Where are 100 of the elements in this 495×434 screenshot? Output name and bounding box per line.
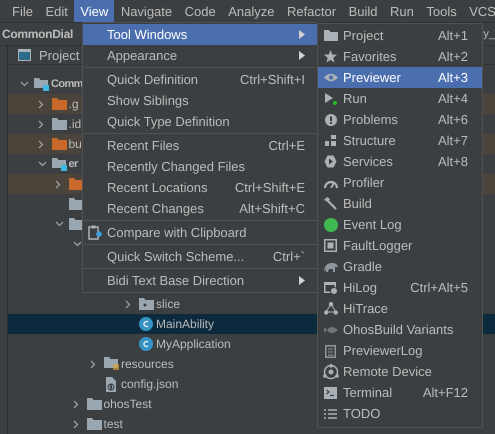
tree-item[interactable]: test	[104, 417, 123, 431]
chevron-right-icon[interactable]	[72, 400, 78, 408]
chevron-right-icon[interactable]	[55, 180, 61, 188]
menu-bar-item[interactable]: Code	[178, 0, 222, 22]
menu-item[interactable]: Previewer Alt+3	[318, 67, 482, 88]
menu-item[interactable]: Quick Definition Ctrl+Shift+I	[83, 69, 317, 90]
menu-item[interactable]: Quick Switch Scheme... Ctrl+`	[83, 246, 317, 267]
chevron-right-icon[interactable]	[38, 120, 44, 128]
menu-item[interactable]: PreviewerLog	[318, 340, 482, 361]
menu-bar-item[interactable]: Build	[342, 0, 384, 22]
shortcut-label: Alt+Shift+C	[239, 201, 305, 216]
chevron-down-icon[interactable]	[55, 221, 64, 227]
shortcut-label: Ctrl+E	[268, 138, 305, 153]
menu-bar-item[interactable]: View	[74, 0, 114, 22]
menu-item[interactable]: Run Alt+4	[318, 88, 482, 109]
package-folder-icon	[139, 298, 154, 310]
menu-item[interactable]: Recent Files Ctrl+E	[83, 135, 317, 156]
fish-icon	[324, 324, 338, 334]
shortcut-label: Alt+7	[438, 133, 468, 148]
menu-item[interactable]: Structure Alt+7	[318, 130, 482, 151]
remote-device-icon	[322, 364, 338, 380]
tree-item[interactable]: config.json	[121, 377, 178, 391]
chevron-down-icon[interactable]	[20, 81, 29, 87]
menu-item[interactable]: Services Alt+8	[318, 151, 482, 172]
tree-item[interactable]: .g	[68, 97, 79, 111]
menu-item[interactable]: Appearance	[83, 45, 317, 66]
menu-bar-item[interactable]: Tools	[420, 0, 463, 22]
shortcut-label: Alt+6	[438, 112, 468, 127]
clipboard-compare-icon	[88, 225, 102, 240]
menu-item[interactable]: Profiler	[318, 172, 482, 193]
chevron-right-icon[interactable]	[72, 420, 78, 428]
menu-item[interactable]: HiTrace	[318, 298, 482, 319]
chevron-down-icon[interactable]	[38, 161, 46, 167]
menu-item[interactable]: Problems Alt+6	[318, 109, 482, 130]
menu-item[interactable]: TODO	[318, 403, 482, 424]
menu-item[interactable]: Event Log	[318, 214, 482, 235]
menu-bar-item[interactable]: Run	[384, 0, 420, 22]
module-folder-icon	[52, 157, 68, 171]
menu-item[interactable]: Quick Type Definition	[83, 111, 317, 132]
tree-item[interactable]: er	[68, 158, 78, 170]
class-icon	[139, 317, 153, 331]
shortcut-label: Ctrl+Shift+E	[234, 180, 305, 195]
chevron-right-icon[interactable]	[38, 100, 44, 108]
tree-item[interactable]: resources	[121, 357, 174, 371]
menu-item[interactable]: Compare with Clipboard	[83, 222, 317, 243]
menu-item[interactable]: Recent Changes Alt+Shift+C	[83, 198, 317, 219]
tree-item[interactable]: slice	[156, 297, 180, 311]
folder-icon	[324, 30, 338, 41]
tree-item[interactable]: ohosTest	[104, 397, 152, 411]
folder-icon	[52, 118, 66, 130]
menu-bar-item[interactable]: Navigate	[114, 0, 178, 22]
shortcut-label: Alt+F12	[422, 385, 468, 400]
menu-item[interactable]: Recent Locations Ctrl+Shift+E	[83, 177, 317, 198]
menu-item[interactable]: Recently Changed Files	[83, 156, 317, 177]
chevron-right-icon[interactable]	[125, 300, 131, 308]
eye-icon	[324, 73, 338, 82]
shortcut-label: Alt+4	[438, 91, 468, 106]
menu-item[interactable]: OhosBuild Variants	[318, 319, 482, 340]
menu-bar-item[interactable]: Analyze	[222, 0, 280, 22]
module-folder-icon	[34, 77, 50, 91]
shortcut-label: Ctrl+Shift+I	[240, 72, 305, 87]
menu-item[interactable]: Project Alt+1	[318, 25, 482, 46]
chevron-right-icon[interactable]	[38, 140, 44, 148]
play-icon	[324, 92, 336, 104]
menu-item[interactable]: Favorites Alt+2	[318, 46, 482, 67]
network-nodes-icon	[324, 302, 338, 315]
list-icon	[324, 408, 337, 418]
breadcrumb[interactable]: CommonDial	[0, 27, 74, 41]
menu-item[interactable]: Show Siblings	[83, 90, 317, 111]
tree-item[interactable]: Comm	[51, 78, 83, 90]
menu-bar-item[interactable]: Edit	[39, 0, 74, 22]
tree-item[interactable]: MyApplication	[156, 337, 231, 351]
menu-item[interactable]: Terminal Alt+F12	[318, 382, 482, 403]
menu-item[interactable]: HiLog Ctrl+Alt+5	[318, 277, 482, 298]
shortcut-label: Alt+1	[438, 28, 468, 43]
panel-title: Project	[39, 48, 80, 62]
chevron-right-icon[interactable]	[90, 360, 96, 368]
tree-item[interactable]: bu	[68, 137, 82, 151]
menu-bar-item[interactable]: File	[6, 0, 39, 22]
menu-item[interactable]: Tool Windows	[83, 24, 317, 45]
star-icon	[324, 50, 337, 63]
editor-tab[interactable]: y_	[483, 28, 495, 40]
menu-item[interactable]: Build	[318, 193, 482, 214]
elephant-icon	[323, 262, 338, 272]
window-icon	[18, 49, 31, 61]
folder-icon	[52, 138, 66, 150]
shortcut-label: Alt+8	[438, 154, 468, 169]
menu-item[interactable]: Remote Device	[318, 361, 482, 382]
folder-icon	[86, 418, 102, 430]
tree-item[interactable]: .id	[68, 117, 82, 131]
exclamation-icon	[324, 114, 336, 126]
menu-bar-item[interactable]: Refactor	[280, 0, 342, 22]
structure-icon	[325, 135, 336, 146]
menu-item[interactable]: Gradle	[318, 256, 482, 277]
menu-bar-item[interactable]: VCS	[463, 0, 495, 22]
folder-icon	[52, 98, 66, 110]
menu-item[interactable]: FaultLogger	[318, 235, 482, 256]
menu-item[interactable]: Bidi Text Base Direction	[83, 270, 317, 291]
chevron-down-icon[interactable]	[72, 241, 82, 247]
tree-item[interactable]: MainAbility	[156, 317, 214, 331]
